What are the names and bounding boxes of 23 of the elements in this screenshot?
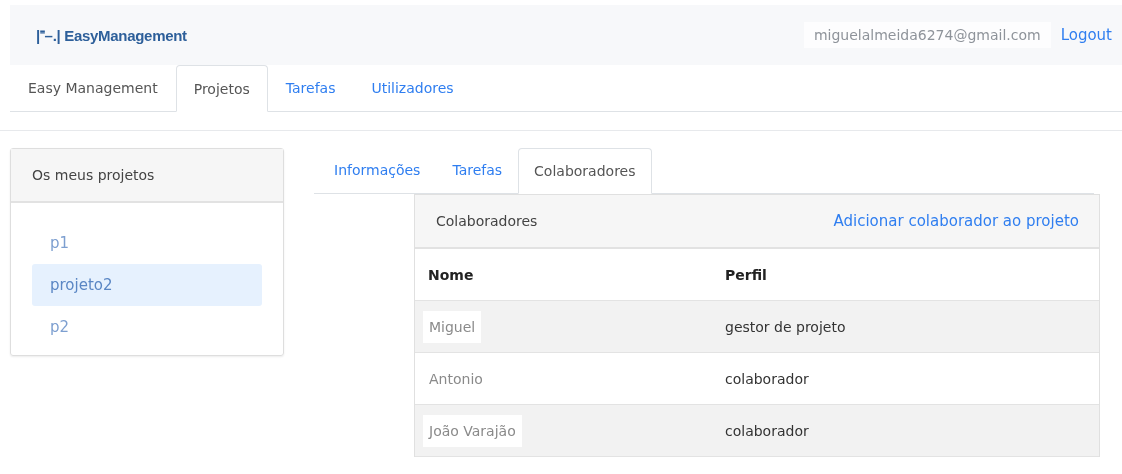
project-item[interactable]: projeto2 [32, 264, 262, 306]
project-item[interactable]: p1 [32, 222, 262, 264]
project-tab[interactable]: Informações [318, 147, 437, 193]
column-header: Nome [427, 266, 475, 283]
panel-title: Colaboradores [436, 213, 538, 229]
project-item[interactable]: p2 [32, 306, 262, 348]
name-cell: João Varajão [423, 414, 522, 447]
profile-cell-text: colaborador [724, 370, 810, 387]
profile-cell-text: gestor de projeto [724, 318, 847, 335]
column-header: Perfil [724, 266, 768, 283]
project-tab[interactable]: Tarefas [436, 147, 519, 193]
logout-link[interactable]: Logout [1060, 26, 1112, 44]
brand-link[interactable]: Easy Management [10, 64, 176, 111]
name-cell: Miguel [423, 310, 482, 343]
card-title: Os meus projetos [11, 149, 283, 203]
nav-tab[interactable]: Utilizadores [353, 64, 472, 111]
profile-cell-text: colaborador [724, 422, 810, 439]
user-email: miguelalmeida6274@gmail.com [803, 22, 1051, 48]
nav-tab[interactable]: Tarefas [267, 64, 354, 111]
project-tab[interactable]: Colaboradores [518, 148, 652, 194]
app-logo[interactable]: |⁼–.| EasyManagement [36, 25, 187, 45]
nav-tab[interactable]: Projetos [175, 65, 268, 112]
add-collaborator-link[interactable]: Adicionar colaborador ao projeto [833, 212, 1079, 230]
